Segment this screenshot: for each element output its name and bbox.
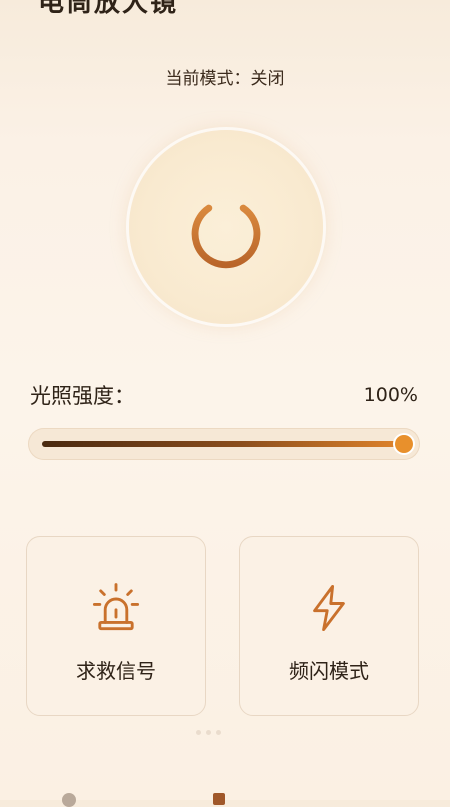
page-dot [206, 730, 211, 735]
slider-thumb[interactable] [395, 435, 413, 453]
power-icon [191, 187, 261, 269]
siren-icon [92, 583, 140, 631]
sos-signal-button[interactable]: 求救信号 [26, 536, 206, 716]
light-intensity-slider[interactable] [28, 428, 420, 460]
sos-signal-label: 求救信号 [76, 659, 156, 683]
app-title: 电筒放大镜 [38, 0, 179, 18]
light-intensity-label: 光照强度： [30, 384, 135, 408]
bottom-tab-icon[interactable] [62, 793, 76, 807]
page-dot [196, 730, 201, 735]
power-button[interactable] [129, 130, 323, 324]
page-dot [216, 730, 221, 735]
slider-track [42, 435, 413, 453]
bottom-tab-icon-active[interactable] [213, 793, 225, 805]
light-intensity-value: 100% [363, 384, 418, 406]
current-mode-text: 当前模式：关闭 [165, 69, 285, 89]
slider-fill [42, 441, 404, 447]
strobe-mode-button[interactable]: 频闪模式 [239, 536, 419, 716]
lightning-icon [313, 584, 345, 632]
page-indicator [196, 730, 221, 735]
strobe-mode-label: 频闪模式 [289, 659, 369, 683]
